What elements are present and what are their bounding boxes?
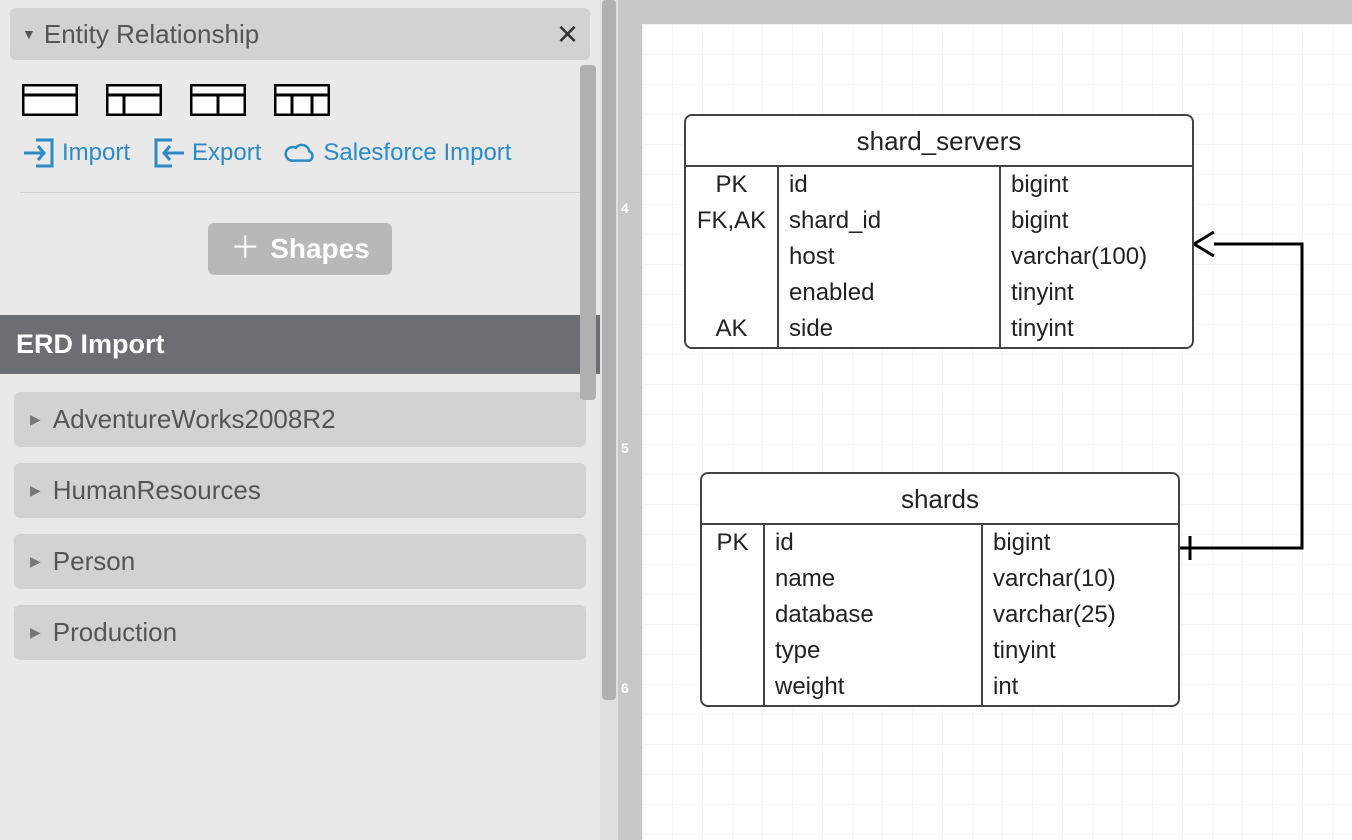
field-name: side [778, 311, 1000, 347]
field-name: host [778, 239, 1000, 275]
erd-item-adventureworks[interactable]: ▶ AdventureWorks2008R2 [14, 392, 586, 447]
erd-shape-3[interactable] [190, 84, 246, 116]
field-key [686, 239, 778, 275]
field-key [702, 597, 764, 633]
erd-item-label: Production [53, 617, 177, 648]
erd-shape-2[interactable] [106, 84, 162, 116]
erd-item-production[interactable]: ▶ Production [14, 605, 586, 660]
cloud-icon [283, 136, 317, 170]
sidebar-scrollbar[interactable] [580, 65, 596, 400]
panel-header-entity-relationship[interactable]: ▼ Entity Relationship × [10, 8, 590, 60]
vertical-ruler: 4 5 6 [618, 0, 642, 840]
field-name: enabled [778, 275, 1000, 311]
entity-shard-servers[interactable]: shard_servers PKidbigintFK,AKshard_idbig… [684, 114, 1194, 349]
caret-right-icon: ▶ [30, 411, 41, 428]
field-type: varchar(10) [982, 561, 1178, 597]
canvas-scrollbar[interactable] [600, 0, 618, 840]
caret-right-icon: ▶ [30, 553, 41, 570]
field-type: bigint [1000, 167, 1192, 203]
entity-row[interactable]: enabledtinyint [686, 275, 1192, 311]
field-key [686, 275, 778, 311]
field-name: weight [764, 669, 982, 705]
field-type: int [982, 669, 1178, 705]
scrollbar-thumb[interactable] [602, 0, 616, 700]
entity-row[interactable]: PKidbigint [702, 525, 1178, 561]
export-button[interactable]: Export [152, 136, 261, 170]
action-row: Import Export Salesforce Import [0, 130, 600, 192]
erd-item-person[interactable]: ▶ Person [14, 534, 586, 589]
entity-name: shard_servers [686, 116, 1192, 167]
entity-row[interactable]: FK,AKshard_idbigint [686, 203, 1192, 239]
field-key [702, 633, 764, 669]
entity-shards[interactable]: shards PKidbigintnamevarchar(10)database… [700, 472, 1180, 707]
import-button[interactable]: Import [22, 136, 130, 170]
caret-down-icon: ▼ [22, 26, 36, 42]
caret-right-icon: ▶ [30, 624, 41, 641]
salesforce-import-label: Salesforce Import [323, 139, 511, 167]
export-icon [152, 136, 186, 170]
horizontal-ruler [642, 0, 1352, 24]
entity-name: shards [702, 474, 1178, 525]
plus-icon: ＋ [230, 234, 260, 264]
field-type: varchar(25) [982, 597, 1178, 633]
erd-item-label: Person [53, 546, 135, 577]
ruler-mark: 6 [621, 680, 629, 696]
field-name: name [764, 561, 982, 597]
field-type: tinyint [982, 633, 1178, 669]
entity-row[interactable]: databasevarchar(25) [702, 597, 1178, 633]
erd-item-label: AdventureWorks2008R2 [53, 404, 336, 435]
entity-row[interactable]: AKsidetinyint [686, 311, 1192, 347]
field-name: shard_id [778, 203, 1000, 239]
caret-right-icon: ▶ [30, 482, 41, 499]
field-type: tinyint [1000, 275, 1192, 311]
ruler-mark: 4 [621, 200, 629, 216]
entity-row[interactable]: hostvarchar(100) [686, 239, 1192, 275]
field-type: varchar(100) [1000, 239, 1192, 275]
erd-shape-1[interactable] [22, 84, 78, 116]
canvas-area: 4 5 6 shard_servers PKidbigintFK,AKshard… [600, 0, 1352, 840]
entity-row[interactable]: weightint [702, 669, 1178, 705]
import-icon [22, 136, 56, 170]
sidebar: ▼ Entity Relationship × [0, 0, 600, 840]
close-icon[interactable]: × [557, 16, 578, 52]
add-shapes-button[interactable]: ＋ Shapes [208, 223, 392, 275]
field-type: bigint [982, 525, 1178, 561]
field-type: bigint [1000, 203, 1192, 239]
erd-item-label: HumanResources [53, 475, 261, 506]
ruler-mark: 5 [621, 440, 629, 456]
entity-row[interactable]: PKidbigint [686, 167, 1192, 203]
import-label: Import [62, 139, 130, 167]
field-key [702, 669, 764, 705]
export-label: Export [192, 139, 261, 167]
erd-import-list: ▶ AdventureWorks2008R2 ▶ HumanResources … [0, 374, 600, 678]
diagram-canvas[interactable]: shard_servers PKidbigintFK,AKshard_idbig… [642, 24, 1352, 840]
panel-title: Entity Relationship [44, 19, 557, 50]
field-key: AK [686, 311, 778, 347]
section-erd-import: ERD Import [0, 315, 600, 374]
shape-palette [0, 60, 600, 130]
field-type: tinyint [1000, 311, 1192, 347]
erd-item-humanresources[interactable]: ▶ HumanResources [14, 463, 586, 518]
entity-row[interactable]: typetinyint [702, 633, 1178, 669]
field-key: FK,AK [686, 203, 778, 239]
erd-shape-4[interactable] [274, 84, 330, 116]
field-name: type [764, 633, 982, 669]
shapes-button-label: Shapes [270, 233, 370, 265]
field-key [702, 561, 764, 597]
field-name: id [764, 525, 982, 561]
field-name: database [764, 597, 982, 633]
field-key: PK [686, 167, 778, 203]
salesforce-import-button[interactable]: Salesforce Import [283, 136, 511, 170]
field-name: id [778, 167, 1000, 203]
field-key: PK [702, 525, 764, 561]
entity-row[interactable]: namevarchar(10) [702, 561, 1178, 597]
